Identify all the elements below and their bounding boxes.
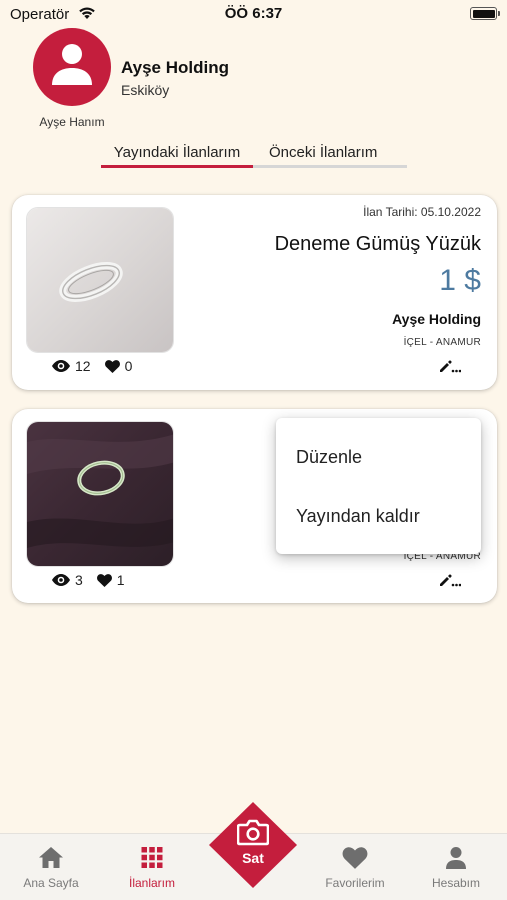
heart-icon xyxy=(96,573,112,587)
listing-seller: Ayşe Holding xyxy=(392,311,481,327)
person-icon xyxy=(446,847,466,869)
camera-icon xyxy=(237,819,269,846)
nav-item-home[interactable]: Ana Sayfa xyxy=(1,834,101,900)
likes-count: 1 xyxy=(116,572,125,588)
battery-icon xyxy=(470,7,500,20)
nav-label-home: Ana Sayfa xyxy=(23,876,79,890)
status-bar: Operatör ÖÖ 6:37 xyxy=(0,0,507,28)
clock: ÖÖ 6:37 xyxy=(224,5,283,22)
listing-card[interactable]: 12 0 İlan Tarihi: 05.10.2022 Deneme Gümü… xyxy=(12,195,497,390)
nav-item-listings[interactable]: İlanlarım xyxy=(102,834,202,900)
home-icon xyxy=(39,847,63,868)
listing-date: İlan Tarihi: 05.10.2022 xyxy=(363,205,481,219)
views-count: 12 xyxy=(75,358,91,374)
avatar[interactable] xyxy=(33,28,111,106)
listing-photo[interactable] xyxy=(26,207,174,353)
tab-previous-listings[interactable]: Önceki İlanlarım xyxy=(253,144,407,168)
listing-tabs: Yayındaki İlanlarım Önceki İlanlarım xyxy=(101,144,407,168)
nav-label-account: Hesabım xyxy=(431,876,481,890)
nav-item-account[interactable]: Hesabım xyxy=(406,834,506,900)
grid-icon xyxy=(141,847,163,868)
nav-label-favorites: Favorilerim xyxy=(325,876,385,890)
eye-icon xyxy=(52,574,70,586)
sell-button[interactable]: Sat xyxy=(209,802,297,888)
listing-options-menu: Düzenle Yayından kaldır xyxy=(276,418,481,554)
ring-photo xyxy=(27,422,173,566)
sell-button-label: Sat xyxy=(242,850,264,866)
listing-price: 1 $ xyxy=(439,264,481,297)
menu-item-edit[interactable]: Düzenle xyxy=(296,447,362,468)
nav-item-favorites[interactable]: Favorilerim xyxy=(305,834,405,900)
profile-location: Eskiköy xyxy=(121,82,170,98)
views-count: 3 xyxy=(75,572,83,588)
listing-stats: 3 1 xyxy=(52,571,139,589)
edit-options-icon[interactable] xyxy=(439,359,461,373)
eye-icon xyxy=(52,360,70,372)
listing-stats: 12 0 xyxy=(52,357,146,375)
tab-active-listings[interactable]: Yayındaki İlanlarım xyxy=(101,144,253,168)
person-icon xyxy=(52,44,92,85)
listing-photo[interactable] xyxy=(26,421,174,567)
profile-name: Ayşe Holding xyxy=(121,58,229,77)
nav-label-listings: İlanlarım xyxy=(128,876,175,890)
likes-count: 0 xyxy=(124,358,133,374)
avatar-caption: Ayşe Hanım xyxy=(39,115,105,129)
heart-icon xyxy=(104,359,120,373)
listing-title: Deneme Gümüş Yüzük xyxy=(274,233,481,255)
menu-item-unpublish[interactable]: Yayından kaldır xyxy=(296,506,420,527)
edit-options-icon[interactable] xyxy=(439,573,461,587)
heart-icon xyxy=(342,847,368,869)
listing-location: İÇEL - ANAMUR xyxy=(403,337,481,348)
ring-photo xyxy=(27,208,173,352)
